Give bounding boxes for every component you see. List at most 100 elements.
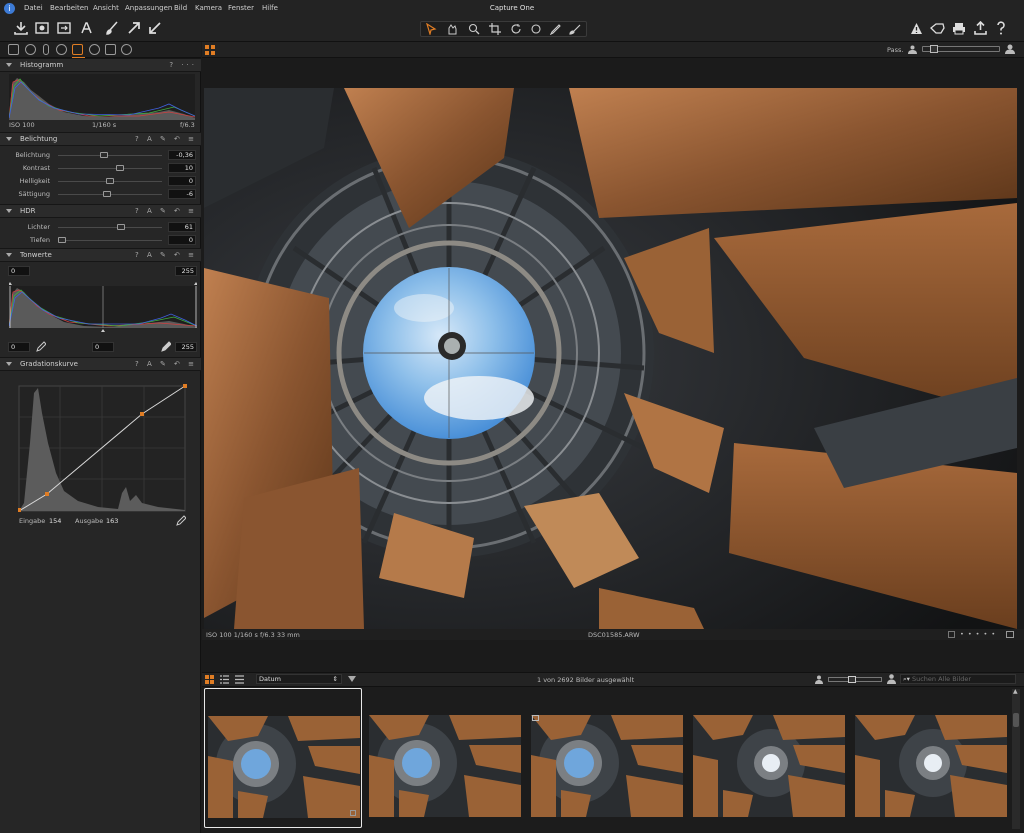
list-view-icon[interactable] — [220, 675, 229, 684]
menu-kamera[interactable]: Kamera — [195, 0, 222, 17]
arrow-up-right-icon[interactable] — [127, 21, 141, 35]
section-actions[interactable]: ? A ✎ ↶ ≡ — [135, 205, 197, 218]
variant-icon — [532, 715, 539, 721]
detail-view-icon[interactable] — [235, 675, 244, 684]
thumbnail-item[interactable] — [204, 688, 362, 828]
chevron-updown-icon: ⇕ — [332, 675, 338, 683]
help-icon[interactable] — [995, 21, 1007, 35]
thumb-size-knob[interactable] — [848, 676, 856, 683]
slider-track[interactable] — [58, 155, 162, 156]
slider-value[interactable]: -6 — [168, 189, 196, 199]
menu-ansicht[interactable]: Ansicht — [93, 0, 119, 17]
slider-knob[interactable] — [100, 152, 108, 158]
slider-value[interactable]: 0 — [168, 176, 196, 186]
tab-lens[interactable] — [43, 44, 49, 55]
crop-icon[interactable] — [489, 23, 501, 35]
slider-label: Belichtung — [15, 151, 50, 159]
eyedropper-dark-icon[interactable] — [35, 341, 46, 352]
slider-knob[interactable] — [116, 165, 124, 171]
eyedropper-light-icon[interactable] — [160, 341, 171, 352]
thumbnail-item[interactable] — [852, 688, 1010, 828]
slider-track[interactable] — [58, 168, 162, 169]
sort-select[interactable]: Datum ⇕ — [256, 674, 342, 684]
section-title: Gradationskurve — [20, 360, 78, 368]
section-actions[interactable]: ? ··· — [169, 59, 197, 72]
section-actions[interactable]: ? A ✎ ↶ ≡ — [135, 133, 197, 146]
picker-icon[interactable] — [549, 23, 561, 35]
sort-direction-icon[interactable] — [348, 676, 356, 682]
slider-value[interactable]: 61 — [168, 222, 196, 232]
scroll-up-icon[interactable]: ▲ — [1013, 688, 1018, 695]
search-input[interactable]: ⌕▾ Suchen Alle Bilder — [900, 674, 1016, 684]
menu-bild[interactable]: Bild — [174, 0, 187, 17]
thumbnail-view-icon[interactable] — [205, 675, 214, 684]
grid-view-icon[interactable] — [205, 45, 215, 55]
menu-anpassungen[interactable]: Anpassungen — [125, 0, 172, 17]
section-actions[interactable]: ? A ✎ ↶ ≡ — [135, 358, 197, 371]
thumbnail-badge-icon — [350, 810, 356, 816]
slider-track[interactable] — [58, 227, 162, 228]
slider-value[interactable]: 10 — [168, 163, 196, 173]
tab-exposure[interactable] — [72, 44, 83, 55]
export-icon[interactable] — [57, 21, 71, 35]
section-exposure[interactable]: Belichtung ? A ✎ ↶ ≡ — [0, 132, 201, 146]
levels-input-min[interactable]: 0 — [8, 266, 30, 276]
histogram-aperture: f/6.3 — [180, 121, 195, 129]
slider-knob[interactable] — [106, 178, 114, 184]
warning-icon[interactable] — [910, 22, 923, 35]
viewer-nav-dots[interactable]: ••••• — [960, 630, 999, 638]
tab-metadata[interactable] — [121, 44, 132, 55]
zoom-slider-knob[interactable] — [930, 45, 938, 53]
pan-icon[interactable] — [446, 23, 458, 35]
zoom-icon[interactable] — [468, 23, 480, 35]
spot-icon[interactable] — [530, 23, 542, 35]
levels-input-max[interactable]: 255 — [175, 266, 197, 276]
slider-knob[interactable] — [117, 224, 125, 230]
browser-scrollbar-thumb[interactable] — [1013, 713, 1019, 727]
capture-icon[interactable] — [35, 21, 49, 35]
levels-output-mid[interactable]: 0 — [92, 342, 114, 352]
brush-icon[interactable] — [105, 21, 119, 35]
section-actions[interactable]: ? A ✎ ↶ ≡ — [135, 249, 197, 262]
main-photo[interactable] — [204, 88, 1017, 629]
text-icon[interactable] — [80, 21, 94, 35]
browser-scrollbar[interactable] — [1012, 689, 1020, 829]
print-icon[interactable] — [952, 22, 966, 35]
slider-knob[interactable] — [58, 237, 66, 243]
slider-track[interactable] — [58, 240, 162, 241]
tab-adjustments[interactable] — [105, 44, 116, 55]
mask-icon[interactable] — [569, 23, 581, 35]
menu-hilfe[interactable]: Hilfe — [262, 0, 278, 17]
section-hdr[interactable]: HDR ? A ✎ ↶ ≡ — [0, 204, 201, 218]
thumbnail-item[interactable] — [366, 688, 524, 828]
rotate-icon[interactable] — [510, 23, 522, 35]
tab-library[interactable] — [8, 44, 19, 55]
arrow-down-left-icon[interactable] — [148, 21, 162, 35]
tab-details[interactable] — [89, 44, 100, 55]
tag-icon[interactable] — [930, 22, 945, 35]
thumbnail-item[interactable] — [690, 688, 848, 828]
tab-color[interactable] — [56, 44, 67, 55]
share-icon[interactable] — [974, 21, 987, 35]
curve-graph[interactable] — [18, 383, 188, 513]
thumbnail-item[interactable] — [528, 688, 686, 828]
section-curve[interactable]: Gradationskurve ? A ✎ ↶ ≡ — [0, 357, 201, 371]
import-icon[interactable] — [14, 21, 28, 35]
slider-value[interactable]: 0 — [168, 235, 196, 245]
pass-label: Pass. — [887, 46, 904, 54]
thumbnail-image — [693, 715, 845, 817]
levels-output-min[interactable]: 0 — [8, 342, 30, 352]
menu-fenster[interactable]: Fenster — [228, 0, 254, 17]
viewer-nav-grid[interactable] — [1006, 631, 1014, 638]
levels-output-max[interactable]: 255 — [175, 342, 197, 352]
slider-value[interactable]: -0,36 — [168, 150, 196, 160]
menu-bearbeiten[interactable]: Bearbeiten — [50, 0, 88, 17]
viewer-nav-first[interactable] — [948, 631, 955, 638]
curve-eyedropper-icon[interactable] — [175, 515, 186, 526]
menu-datei[interactable]: Datei — [24, 0, 43, 17]
section-levels[interactable]: Tonwerte ? A ✎ ↶ ≡ — [0, 248, 201, 262]
slider-knob[interactable] — [103, 191, 111, 197]
tab-capture[interactable] — [25, 44, 36, 55]
select-cursor-icon[interactable] — [425, 23, 437, 35]
section-histogram[interactable]: Histogramm ? ··· — [0, 58, 201, 72]
